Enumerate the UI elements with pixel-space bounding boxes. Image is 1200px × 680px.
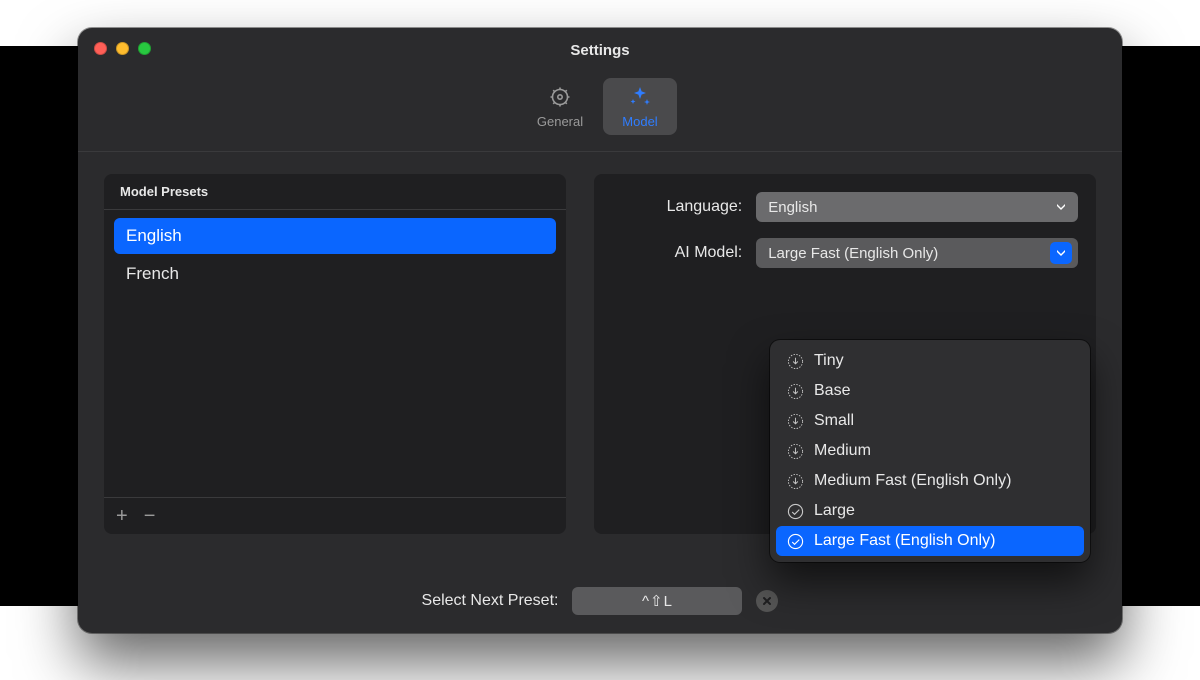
model-presets-panel: Model Presets English French + − — [104, 174, 566, 534]
settings-window: Settings General Model — [78, 28, 1122, 633]
ai-model-value: Large Fast (English Only) — [768, 245, 1050, 262]
shortcut-value: ^⇧L — [642, 592, 673, 610]
option-label: Base — [814, 382, 850, 400]
ai-model-menu: Tiny Base Small Medium Medium Fast (Engl… — [770, 340, 1090, 562]
option-label: Tiny — [814, 352, 844, 370]
tab-general[interactable]: General — [523, 78, 597, 135]
option-label: Medium — [814, 442, 871, 460]
remove-preset-button[interactable]: − — [144, 506, 156, 526]
minimize-window-button[interactable] — [116, 42, 129, 55]
select-next-preset-label: Select Next Preset: — [422, 592, 559, 610]
ai-model-option-small[interactable]: Small — [776, 406, 1084, 436]
download-icon — [786, 382, 804, 400]
language-label: Language: — [612, 198, 742, 216]
preset-list-actions: + − — [104, 497, 566, 534]
preset-label: French — [126, 264, 179, 283]
ai-model-option-medium-fast[interactable]: Medium Fast (English Only) — [776, 466, 1084, 496]
ai-model-option-base[interactable]: Base — [776, 376, 1084, 406]
close-window-button[interactable] — [94, 42, 107, 55]
ai-model-option-large[interactable]: Large — [776, 496, 1084, 526]
window-title: Settings — [570, 42, 629, 59]
sparkle-icon — [627, 84, 653, 110]
background-stripe-left — [0, 46, 82, 606]
checkmark-circle-icon — [786, 532, 804, 550]
option-label: Small — [814, 412, 854, 430]
language-row: Language: English — [612, 192, 1078, 222]
model-presets-header: Model Presets — [104, 174, 566, 210]
checkmark-circle-icon — [786, 502, 804, 520]
clear-shortcut-button[interactable] — [756, 590, 778, 612]
download-icon — [786, 412, 804, 430]
footer-row: Select Next Preset: ^⇧L — [78, 587, 1122, 615]
titlebar: Settings — [78, 28, 1122, 72]
ai-model-option-large-fast[interactable]: Large Fast (English Only) — [776, 526, 1084, 556]
option-label: Medium Fast (English Only) — [814, 472, 1011, 490]
preset-item-french[interactable]: French — [114, 256, 556, 292]
ai-model-select[interactable]: Large Fast (English Only) — [756, 238, 1078, 268]
close-icon — [761, 595, 773, 607]
language-value: English — [768, 199, 1050, 216]
toolbar: General Model — [78, 72, 1122, 152]
background-stripe-right — [1118, 46, 1200, 606]
tab-label: General — [537, 114, 583, 129]
preset-label: English — [126, 226, 182, 245]
preset-list: English French — [104, 210, 566, 497]
ai-model-row: AI Model: Large Fast (English Only) — [612, 238, 1078, 268]
download-icon — [786, 352, 804, 370]
gear-icon — [547, 84, 573, 110]
chevron-down-icon — [1050, 242, 1072, 264]
preset-item-english[interactable]: English — [114, 218, 556, 254]
tab-label: Model — [622, 114, 657, 129]
language-select[interactable]: English — [756, 192, 1078, 222]
add-preset-button[interactable]: + — [116, 506, 128, 526]
tab-model[interactable]: Model — [603, 78, 677, 135]
ai-model-option-tiny[interactable]: Tiny — [776, 346, 1084, 376]
shortcut-field[interactable]: ^⇧L — [572, 587, 742, 615]
option-label: Large — [814, 502, 855, 520]
download-icon — [786, 472, 804, 490]
chevron-down-icon — [1050, 196, 1072, 218]
option-label: Large Fast (English Only) — [814, 532, 995, 550]
zoom-window-button[interactable] — [138, 42, 151, 55]
ai-model-label: AI Model: — [612, 244, 742, 262]
download-icon — [786, 442, 804, 460]
ai-model-option-medium[interactable]: Medium — [776, 436, 1084, 466]
window-controls — [94, 42, 151, 55]
